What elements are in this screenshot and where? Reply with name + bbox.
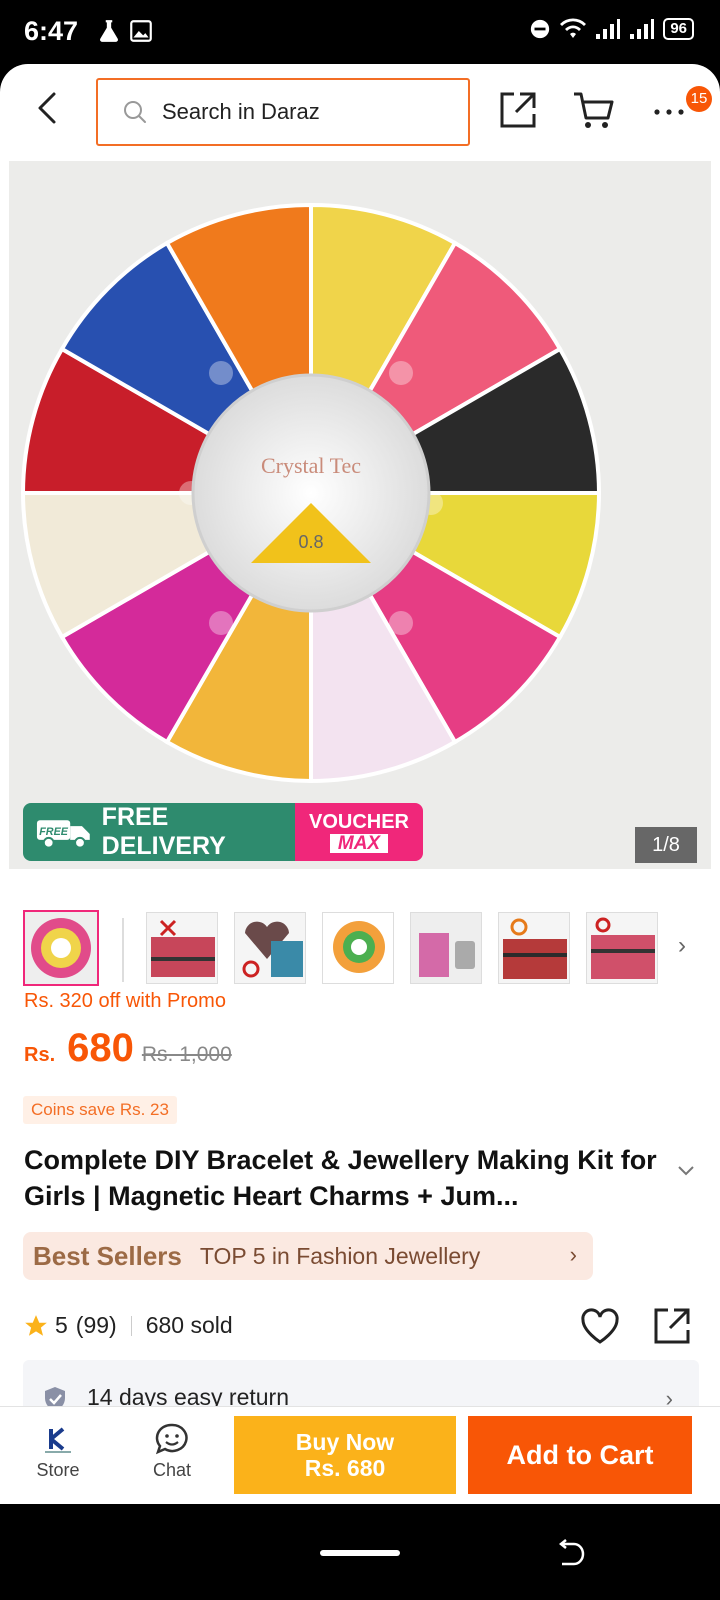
top-bar: Search in Daraz 15 [0, 64, 720, 160]
home-gesture-pill[interactable] [320, 1550, 400, 1556]
truck-icon: FREE [36, 820, 90, 849]
chat-button[interactable]: Chat [144, 1423, 200, 1481]
star-icon [25, 1314, 47, 1336]
best-sellers-rank: TOP 5 in Fashion Jewellery [199, 1242, 481, 1269]
thumbnail-1[interactable] [23, 910, 99, 986]
free-delivery-text: FREE DELIVERY [101, 803, 226, 860]
buy-now-price: Rs. 680 [304, 1455, 386, 1481]
sold-count: 680 sold [145, 1312, 233, 1338]
free-delivery-badge: FREE FREE DELIVERY [23, 803, 295, 861]
product-image-carousel[interactable]: Crystal Tec 0.8 FREE FREE DELIVERY VOUCH… [9, 161, 711, 869]
bottom-action-bar: Store Chat Buy Now Rs. 680 Add to Cart [0, 1406, 720, 1504]
promo-banner: FREE FREE DELIVERY VOUCHER MAX [23, 803, 423, 861]
store-logo-icon [45, 1427, 71, 1453]
share-product-icon[interactable] [652, 1306, 692, 1346]
nav-back-icon[interactable] [556, 1538, 586, 1570]
wishlist-heart-icon[interactable] [580, 1308, 620, 1346]
buy-now-button[interactable]: Buy Now Rs. 680 [234, 1416, 456, 1494]
add-to-cart-button[interactable]: Add to Cart [468, 1416, 692, 1494]
coins-badge: Coins save Rs. 23 [23, 1096, 177, 1124]
search-icon [124, 101, 146, 123]
price-currency: Rs. [24, 1044, 56, 1066]
voucher-max-text: MAX [329, 833, 389, 853]
signal-icon-2 [630, 19, 655, 39]
product-title: Complete DIY Bracelet & Jewellery Making… [24, 1145, 657, 1211]
rating-count: (99) [75, 1312, 117, 1338]
search-placeholder: Search in Daraz [162, 99, 320, 124]
rating-row[interactable]: 5 (99) 680 sold [23, 1312, 233, 1339]
best-sellers-logo: Best Sellers [33, 1240, 182, 1271]
thumbnail-separator [122, 918, 124, 982]
voucher-max-badge: VOUCHER MAX [295, 803, 423, 861]
gallery-icon [130, 20, 152, 42]
voucher-text: VOUCHER [308, 810, 409, 833]
price-row: Rs. 680 Rs. 1,000 [24, 1026, 232, 1071]
cart-icon[interactable] [572, 90, 614, 130]
flask-icon [100, 20, 118, 42]
status-notification-icons [96, 18, 154, 44]
product-page: Search in Daraz 15 Crystal Tec 0.8 FREE … [0, 64, 720, 1504]
expand-title-chevron-icon[interactable] [676, 1164, 696, 1178]
rating-score: 5 [55, 1312, 68, 1338]
wifi-icon [560, 18, 587, 38]
chat-icon [155, 1423, 188, 1455]
store-label: Store [36, 1460, 80, 1480]
back-arrow-icon[interactable] [30, 90, 66, 126]
thumbnail-2[interactable] [146, 912, 218, 984]
system-nav-bar [0, 1504, 720, 1600]
battery-indicator: 96 [663, 18, 694, 40]
spool-size: 0.8 [298, 532, 323, 552]
search-input[interactable]: Search in Daraz [96, 78, 470, 146]
thumbnail-4[interactable] [322, 912, 394, 984]
dnd-icon [531, 19, 550, 39]
signal-icon [596, 19, 621, 39]
free-tag: FREE [39, 826, 69, 838]
store-button[interactable]: Store [30, 1425, 86, 1481]
thumbnail-next-chevron-icon[interactable]: › [678, 932, 686, 960]
cart-count-badge: 15 [686, 86, 712, 112]
best-sellers-chevron-icon: › [569, 1242, 577, 1267]
best-sellers-banner[interactable]: Best Sellers TOP 5 in Fashion Jewellery … [23, 1232, 593, 1280]
more-options-icon[interactable] [652, 92, 686, 128]
thumbnail-3[interactable] [234, 912, 306, 984]
thumbnail-strip: › [0, 906, 720, 986]
status-system-icons: 96 [529, 18, 694, 40]
chat-label: Chat [152, 1460, 192, 1480]
bead-organizer-wheel: Crystal Tec 0.8 [21, 203, 601, 783]
price-value: 680 [67, 1026, 134, 1070]
rating-divider [130, 1315, 132, 1336]
thumbnail-7[interactable] [586, 912, 658, 984]
promo-discount-text: Rs. 320 off with Promo [24, 990, 226, 1012]
status-time: 6:47 [24, 16, 79, 46]
share-icon[interactable] [498, 90, 538, 130]
thumbnail-6[interactable] [498, 912, 570, 984]
buy-now-label: Buy Now [295, 1429, 395, 1455]
spool-brand: Crystal Tec [261, 453, 361, 478]
status-bar: 6:47 96 [0, 0, 720, 64]
original-price: Rs. 1,000 [141, 1043, 232, 1066]
thumbnail-5[interactable] [410, 912, 482, 984]
image-counter: 1/8 [635, 827, 697, 863]
